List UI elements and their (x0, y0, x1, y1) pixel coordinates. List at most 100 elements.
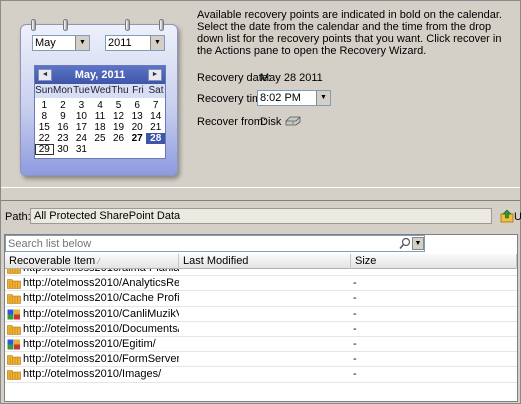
prev-month-button[interactable]: ◄ (38, 69, 52, 81)
binder-ring (125, 19, 130, 31)
calendar-empty-cell (146, 144, 165, 155)
calendar-date[interactable]: 2 (54, 100, 73, 111)
item-name: http://otelmoss2010/alma Planlar/ (23, 269, 179, 274)
calendar-empty-cell (128, 144, 147, 155)
table-row[interactable]: http://otelmoss2010/Documents/ - (5, 322, 517, 337)
date-grid: 1 2 3 4 5 6 7 8 9 10 11 12 13 14 15 16 17 18 19 20 21 22 23 24 2… (35, 98, 165, 158)
item-name: http://otelmoss2010/FormServerTemplates/ (23, 353, 179, 366)
chevron-down-icon[interactable]: ▼ (412, 237, 424, 250)
site-icon (7, 309, 20, 320)
year-select-value: 2011 (108, 37, 132, 49)
calendar-date[interactable]: 13 (128, 111, 147, 122)
calendar-empty-cell (109, 144, 128, 155)
calendar-grid: ◄ May, 2011 ► Sun Mon Tue Wed Thu Fri Sat 1234… (34, 65, 166, 159)
calendar-date[interactable]: 22 (35, 133, 54, 144)
recover-from-value: Disk (260, 116, 282, 128)
calendar-date[interactable]: 14 (146, 111, 165, 122)
weekday-label: Mon (53, 85, 73, 96)
calendar-date[interactable]: 3 (72, 100, 91, 111)
item-name: http://otelmoss2010/CanliMuzikVideolari/ (23, 307, 179, 320)
list-rows-inner: http://otelmoss2010/alma Planlar/-http:/… (5, 269, 517, 383)
item-name: http://otelmoss2010/Cache Profiles/ (23, 292, 179, 305)
item-size: - (353, 322, 357, 335)
calendar-date[interactable]: 23 (54, 133, 73, 144)
calendar-date[interactable]: 9 (54, 111, 73, 122)
calendar-date[interactable]: 15 (35, 122, 54, 133)
recoverable-items-list: ▼ Recoverable Item⁄ Last Modified Size h… (4, 234, 518, 402)
folder-icon (7, 294, 21, 305)
month-select[interactable]: May ▼ (32, 35, 90, 51)
calendar-date[interactable]: 20 (128, 122, 147, 133)
item-name: http://otelmoss2010/Egitim/ (23, 337, 156, 350)
weekday-label: Tue (73, 85, 90, 96)
calendar-date[interactable]: 25 (91, 133, 110, 144)
recovery-time-value: 8:02 PM (260, 92, 301, 104)
calendar-date[interactable]: 27 (128, 133, 147, 144)
calendar-date[interactable]: 8 (35, 111, 54, 122)
weekday-label: Sun (35, 85, 53, 96)
recovery-pane: May ▼ 2011 ▼ ◄ May, 2011 ► Sun Mon Tue Wed T… (2, 2, 520, 186)
calendar-header: ◄ May, 2011 ► (35, 66, 165, 84)
up-folder-icon[interactable] (500, 209, 514, 223)
weekday-label: Thu (111, 85, 129, 96)
column-header-label: Recoverable Item (9, 255, 96, 267)
table-row[interactable]: http://otelmoss2010/FormServerTemplates/… (5, 352, 517, 368)
item-size: - (353, 277, 357, 290)
table-row[interactable]: http://otelmoss2010/Images/ - (5, 367, 517, 383)
recovery-time-select[interactable]: 8:02 PM ▼ (257, 90, 331, 106)
calendar-date[interactable]: 1 (35, 100, 54, 111)
search-input[interactable] (8, 237, 398, 250)
item-name: http://otelmoss2010/Images/ (23, 368, 162, 381)
column-header-recoverable-item[interactable]: Recoverable Item ⁄ (5, 254, 179, 269)
calendar-date[interactable]: 18 (91, 122, 110, 133)
calendar-date[interactable]: 5 (109, 100, 128, 111)
recovery-window: May ▼ 2011 ▼ ◄ May, 2011 ► Sun Mon Tue Wed T… (0, 0, 521, 404)
calendar-date[interactable]: 7 (146, 100, 165, 111)
folder-icon (7, 324, 21, 335)
recovery-instructions: Available recovery points are indicated … (197, 9, 502, 57)
weekday-row: Sun Mon Tue Wed Thu Fri Sat (35, 84, 165, 98)
calendar-date[interactable]: 30 (54, 144, 73, 155)
recover-from-label: Recover from: (197, 116, 267, 128)
calendar-date[interactable]: 28 (146, 133, 165, 144)
up-label[interactable]: U (514, 211, 521, 223)
weekday-label: Wed (90, 85, 111, 96)
calendar-date[interactable]: 6 (128, 100, 147, 111)
item-size: - (353, 292, 357, 305)
year-select[interactable]: 2011 ▼ (105, 35, 165, 51)
calendar-date[interactable]: 24 (72, 133, 91, 144)
calendar-date[interactable]: 12 (109, 111, 128, 122)
calendar-date[interactable]: 17 (72, 122, 91, 133)
table-row[interactable]: http://otelmoss2010/Cache Profiles/ - (5, 291, 517, 307)
calendar-date[interactable]: 4 (91, 100, 110, 111)
table-row[interactable]: http://otelmoss2010/CanliMuzikVideolari/… (5, 307, 517, 322)
site-icon (7, 339, 20, 350)
search-box: ▼ (5, 235, 425, 252)
calendar-date[interactable]: 21 (146, 122, 165, 133)
calendar-date[interactable]: 31 (72, 144, 91, 155)
chevron-down-icon[interactable]: ▼ (75, 36, 89, 50)
next-month-button[interactable]: ► (148, 69, 162, 81)
column-header-label: Size (355, 255, 377, 267)
chevron-down-icon[interactable]: ▼ (150, 36, 164, 50)
calendar-date[interactable]: 19 (109, 122, 128, 133)
folder-icon (7, 355, 21, 365)
chevron-down-icon[interactable]: ▼ (316, 91, 330, 105)
pane-splitter[interactable] (1, 187, 520, 201)
calendar-date[interactable]: 11 (91, 111, 110, 122)
binder-ring (31, 19, 36, 31)
list-header: Recoverable Item ⁄ Last Modified Size (5, 254, 517, 269)
search-icon[interactable] (399, 237, 411, 250)
calendar-date[interactable]: 16 (54, 122, 73, 133)
calendar-date[interactable]: 10 (72, 111, 91, 122)
weekday-label: Fri (132, 85, 144, 96)
calendar-date[interactable]: 29 (35, 144, 54, 155)
table-row[interactable]: http://otelmoss2010/AnalyticsReports/ - (5, 276, 517, 292)
column-header-last-modified[interactable]: Last Modified (179, 254, 351, 269)
table-row[interactable]: http://otelmoss2010/alma Planlar/ - (5, 269, 517, 277)
table-row[interactable]: http://otelmoss2010/Egitim/ - (5, 337, 517, 353)
column-header-size[interactable]: Size (351, 254, 517, 269)
calendar-date[interactable]: 26 (109, 133, 128, 144)
folder-icon (7, 279, 21, 289)
folder-icon (7, 269, 21, 274)
